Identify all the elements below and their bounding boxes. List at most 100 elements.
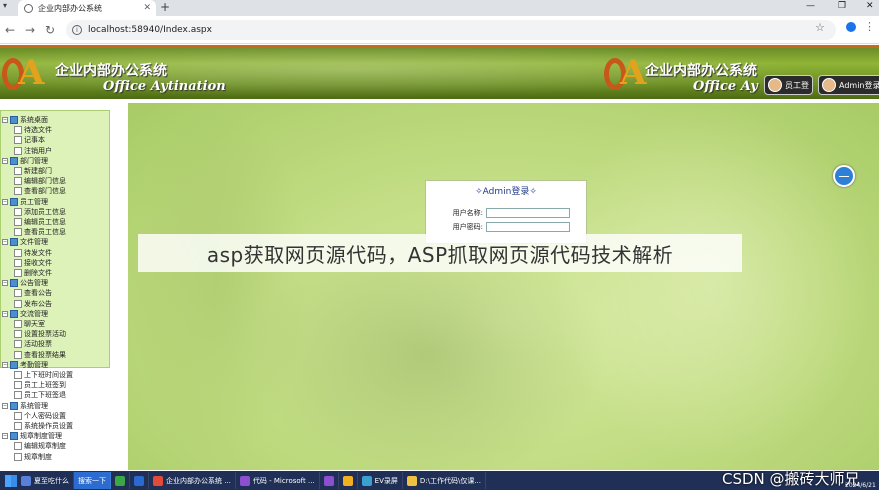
admin-login-button[interactable]: Admin登录	[818, 75, 879, 95]
sidebar-item[interactable]: 员工下班签退	[14, 390, 66, 400]
folder-icon	[10, 238, 18, 247]
sidebar-group[interactable]: − 公告管理	[2, 278, 48, 288]
collapse-icon[interactable]: −	[2, 402, 8, 409]
dash-line	[839, 176, 849, 177]
back-icon[interactable]: ←	[5, 23, 15, 37]
sidebar-item[interactable]: 设置投票活动	[14, 329, 66, 339]
banner-title-en-repeat: Office Ay	[693, 79, 758, 94]
sidebar-item[interactable]: 规章制度	[14, 452, 52, 462]
collapse-icon[interactable]: −	[2, 310, 8, 317]
sidebar-item-label: 待选文件	[24, 126, 52, 135]
sidebar-item[interactable]: 聊天室	[14, 319, 45, 329]
main-content	[128, 103, 879, 470]
sidebar-group-label: 员工管理	[20, 197, 48, 206]
collapse-icon[interactable]: −	[2, 198, 8, 205]
sidebar-item[interactable]: 上下班时间设置	[14, 370, 73, 380]
sidebar-item[interactable]: 添加员工信息	[14, 207, 66, 217]
password-input[interactable]	[486, 222, 570, 232]
profile-avatar-icon[interactable]	[846, 22, 856, 32]
taskbar-item[interactable]: EV录屏	[358, 472, 403, 489]
taskbar-item[interactable]: 夏至吃什么	[17, 472, 74, 489]
sidebar-item[interactable]: 注销用户	[14, 146, 52, 156]
sidebar-group[interactable]: − 交流管理	[2, 309, 48, 319]
browser-tab-bar: ▾ 企业内部办公系统 ✕ + — ❐ ✕	[0, 0, 879, 16]
sidebar-item[interactable]: 活动投票	[14, 339, 52, 349]
taskbar-item[interactable]: 企业内部办公系统 ...	[149, 472, 236, 489]
browser-menu-icon[interactable]: ⋮	[864, 20, 875, 33]
document-icon	[14, 452, 22, 461]
tab-close-icon[interactable]: ✕	[143, 3, 151, 13]
sidebar-item[interactable]: 发布公告	[14, 299, 52, 309]
maximize-button[interactable]: ❐	[838, 1, 846, 11]
sidebar-item[interactable]: 查看部门信息	[14, 186, 66, 196]
taskbar-item[interactable]: 代码 - Microsoft ...	[236, 472, 320, 489]
new-tab-button[interactable]: +	[160, 0, 170, 14]
taskbar-item[interactable]: 搜索一下	[74, 472, 111, 489]
sidebar-item[interactable]: 接收文件	[14, 258, 52, 268]
sidebar-group-label: 交流管理	[20, 309, 48, 318]
collapse-icon[interactable]: −	[2, 157, 8, 164]
sidebar-item[interactable]: 删除文件	[14, 268, 52, 278]
sidebar-item-label: 系统操作员设置	[24, 422, 73, 430]
sidebar-group[interactable]: − 系统桌面	[2, 115, 48, 125]
sidebar-item[interactable]: 个人密码设置	[14, 411, 66, 421]
collapse-icon[interactable]: −	[2, 239, 8, 246]
sidebar-item[interactable]: 编辑部门信息	[14, 176, 66, 186]
sidebar-item[interactable]: 查看投票结果	[14, 350, 66, 360]
sidebar-item-label: 接收文件	[24, 258, 52, 267]
sidebar-group-label: 公告管理	[20, 279, 48, 288]
sidebar-item[interactable]: 系统操作员设置	[14, 421, 73, 431]
window-close-button[interactable]: ✕	[866, 1, 874, 11]
taskbar-item[interactable]	[130, 472, 149, 489]
taskbar-item[interactable]	[320, 472, 339, 489]
document-icon	[14, 330, 22, 339]
folder-icon	[10, 116, 18, 124]
floating-menu-icon[interactable]	[833, 165, 855, 187]
sidebar-group[interactable]: − 系统管理	[2, 401, 48, 411]
document-icon	[14, 167, 22, 175]
sidebar-group[interactable]: − 文件管理	[2, 237, 48, 247]
username-input[interactable]	[486, 208, 570, 218]
taskbar-item[interactable]	[339, 472, 358, 489]
url-text: localhost:58940/Index.aspx	[88, 25, 212, 35]
sidebar-group[interactable]: − 考勤管理	[2, 360, 48, 370]
sidebar-item[interactable]: 待选文件	[14, 125, 52, 135]
taskbar-item[interactable]	[111, 472, 130, 489]
sidebar-item[interactable]: 编辑规章制度	[14, 441, 66, 451]
sidebar-group[interactable]: − 部门管理	[2, 156, 48, 166]
sidebar-group[interactable]: − 规章制度管理	[2, 431, 62, 441]
app-icon	[134, 475, 144, 486]
sidebar-item[interactable]: 查看公告	[14, 288, 52, 298]
reload-icon[interactable]: ↻	[45, 23, 55, 37]
browser-tab[interactable]: 企业内部办公系统 ✕	[18, 0, 156, 16]
sidebar-group[interactable]: − 员工管理	[2, 197, 48, 207]
forward-icon[interactable]: →	[25, 23, 35, 37]
bookmark-star-icon[interactable]: ☆	[815, 21, 825, 34]
sidebar-item[interactable]: 编辑员工信息	[14, 217, 66, 227]
sidebar-item[interactable]: 新建部门	[14, 166, 52, 176]
sidebar-item[interactable]: 待发文件	[14, 248, 52, 258]
sidebar-item[interactable]: 记事本	[14, 135, 45, 145]
sidebar-item[interactable]: 员工上班签到	[14, 380, 66, 390]
document-icon	[14, 442, 22, 451]
folder-icon	[10, 156, 18, 165]
document-icon	[14, 371, 22, 379]
collapse-icon[interactable]: −	[2, 117, 8, 123]
oa-logo: A	[2, 54, 50, 96]
tab-search-icon[interactable]: ▾	[3, 1, 7, 10]
taskbar-item[interactable]: D:\工作代码\仅课...	[403, 472, 486, 489]
windows-start-icon[interactable]	[5, 474, 17, 487]
document-icon	[14, 289, 22, 298]
address-bar[interactable]: i localhost:58940/Index.aspx	[66, 20, 836, 40]
app-icon	[239, 475, 250, 486]
collapse-icon[interactable]: −	[2, 433, 8, 440]
document-icon	[14, 391, 22, 400]
info-icon[interactable]: i	[72, 25, 82, 35]
sidebar-item[interactable]: 查看员工信息	[14, 227, 66, 237]
minimize-button[interactable]: —	[806, 1, 815, 11]
collapse-icon[interactable]: −	[2, 361, 8, 368]
employee-login-button[interactable]: 员工登	[764, 75, 813, 95]
page-banner: A 企业内部办公系统 Office Aytination A 企业内部办公系统 …	[0, 45, 879, 99]
collapse-icon[interactable]: −	[2, 280, 8, 287]
user-avatar-icon	[768, 78, 782, 92]
